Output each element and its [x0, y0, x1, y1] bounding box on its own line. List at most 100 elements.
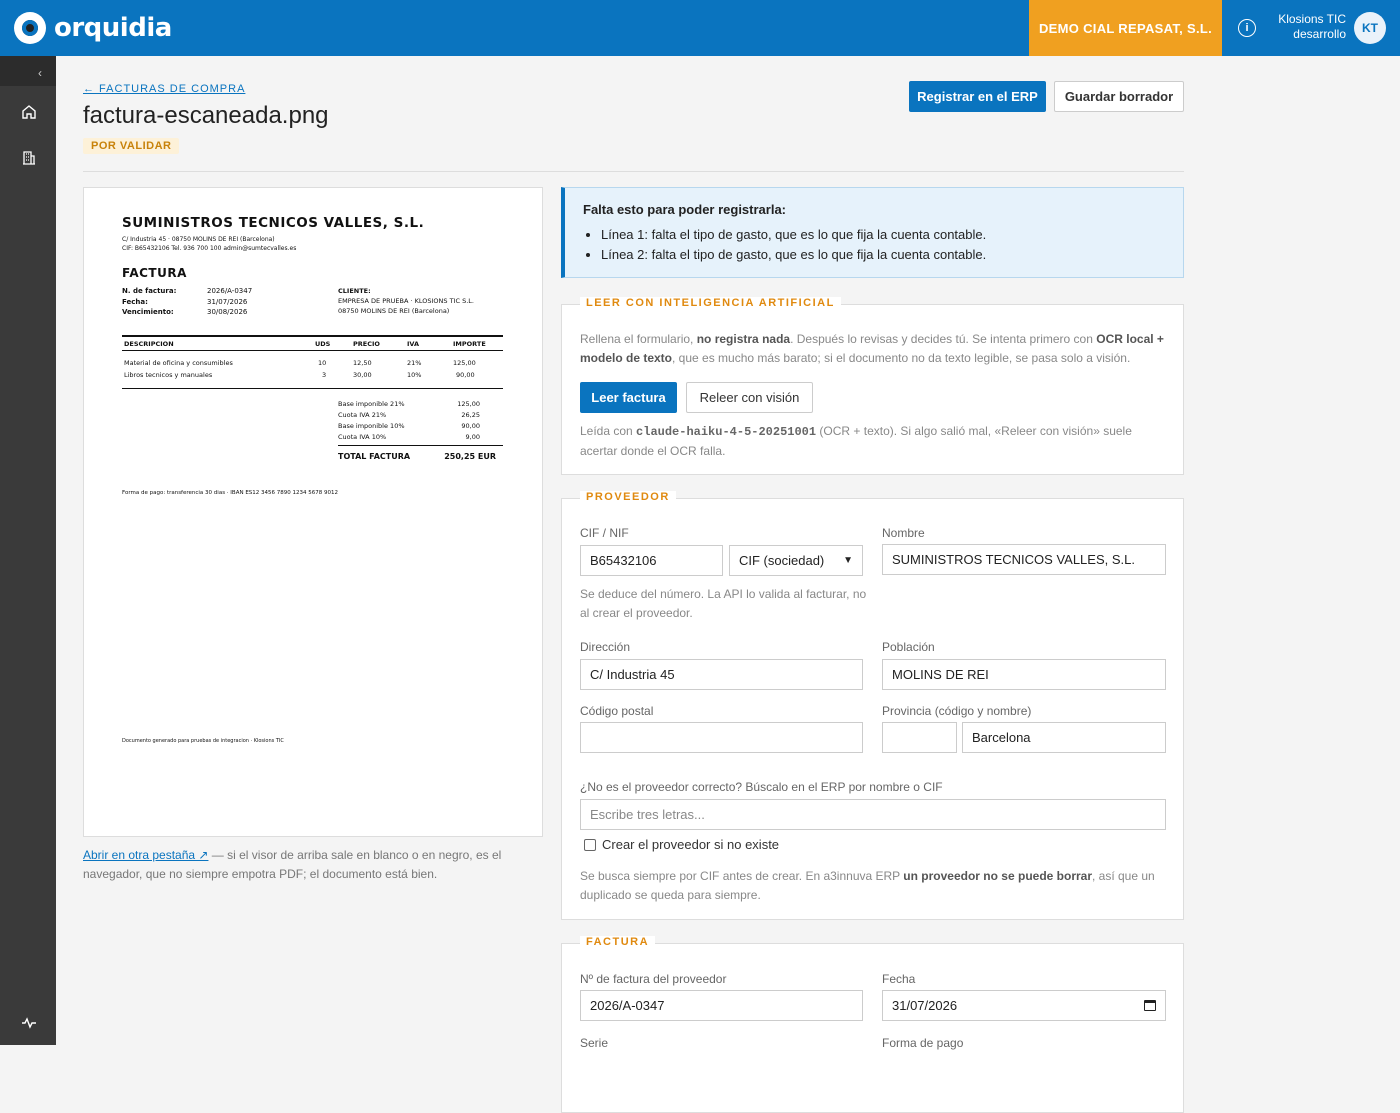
client-name: EMPRESA DE PRUEBA · KLOSIONS TIC S.L. — [338, 297, 474, 305]
alert-item: Línea 1: falta el tipo de gasto, que es … — [601, 225, 1165, 245]
total-rule — [338, 445, 503, 446]
document-preview[interactable]: SUMINISTROS TECNICOS VALLES, S.L. C/ Ind… — [83, 187, 543, 837]
total-value: 90,00 — [461, 422, 480, 430]
user-info[interactable]: Klosions TIC desarrollo — [1270, 12, 1346, 42]
table-header-rule — [122, 350, 503, 351]
serie-label: Serie — [580, 1036, 609, 1050]
ai-help: Rellena el formulario, no registra nada.… — [580, 330, 1170, 368]
status-text: Leída con — [580, 424, 637, 438]
nombre-input[interactable]: SUMINISTROS TECNICOS VALLES, S.L. — [882, 544, 1166, 575]
provincia-label: Provincia (código y nombre) — [882, 704, 1032, 718]
poblacion-input[interactable]: MOLINS DE REI — [882, 659, 1166, 690]
total-value: 125,00 — [457, 400, 480, 408]
status-badge: POR VALIDAR — [83, 138, 180, 154]
direccion-label: Dirección — [580, 640, 631, 654]
help-bold: no registra nada — [696, 332, 791, 346]
document-footer: Documento generado para pruebas de integ… — [122, 738, 284, 744]
read-invoice-button[interactable]: Leer factura — [580, 382, 677, 413]
cif-type-select[interactable]: CIF (sociedad) ▼ — [729, 545, 863, 576]
totals-values: 125,00 26,25 90,00 9,00 — [444, 399, 480, 443]
fecha-input[interactable]: 31/07/2026 — [882, 990, 1166, 1021]
total-factura-label: TOTAL FACTURA — [338, 452, 411, 461]
ai-legend: LEER CON INTELIGENCIA ARTIFICIAL — [580, 297, 841, 309]
line-uds: 10 — [318, 359, 327, 367]
meta-value: 2026/A-0347 — [207, 287, 253, 295]
numero-input[interactable]: 2026/A-0347 — [580, 990, 863, 1021]
invoice-doc-title: FACTURA — [122, 266, 187, 280]
create-supplier-checkbox-row[interactable]: Crear el proveedor si no existe — [584, 837, 779, 852]
meta-label: N. de factura: — [122, 287, 177, 295]
fecha-value: 31/07/2026 — [892, 998, 958, 1013]
note-text: Se busca siempre por CIF antes de crear.… — [580, 869, 904, 883]
app-logo[interactable]: orquidia — [14, 12, 172, 44]
top-bar: orquidia DEMO CIAL REPASAT, S.L. i Klosi… — [0, 0, 1400, 56]
col-desc: DESCRIPCION — [124, 340, 174, 348]
save-draft-button[interactable]: Guardar borrador — [1054, 81, 1184, 112]
fecha-label: Fecha — [882, 972, 916, 986]
open-new-tab-link[interactable]: Abrir en otra pestaña ↗ — [83, 848, 208, 862]
cif-type-value: CIF (sociedad) — [739, 553, 825, 568]
line-uds: 3 — [322, 371, 327, 379]
nombre-label: Nombre — [882, 526, 925, 540]
numero-label: Nº de factura del proveedor — [580, 972, 727, 986]
home-icon[interactable] — [18, 101, 40, 123]
line-desc: Libros tecnicos y manuales — [124, 371, 213, 379]
divider — [83, 171, 1184, 172]
client-label: CLIENTE: — [338, 287, 371, 295]
ai-panel: LEER CON INTELIGENCIA ARTIFICIAL Rellena… — [561, 297, 1184, 475]
total-label: Base imponible 21% — [338, 400, 405, 408]
note-bold: un proveedor no se puede borrar — [903, 869, 1092, 883]
line-precio: 12,50 — [353, 359, 372, 367]
register-erp-button[interactable]: Registrar en el ERP — [909, 81, 1046, 112]
invoice-contact: CIF: B65432106 Tel. 936 700 100 admin@su… — [122, 245, 297, 252]
total-label: Cuota IVA 10% — [338, 433, 387, 441]
total-label: Base imponible 10% — [338, 422, 405, 430]
activity-icon[interactable] — [18, 1012, 40, 1034]
cp-label: Código postal — [580, 704, 654, 718]
provincia-name-input[interactable]: Barcelona — [962, 722, 1166, 753]
user-role: desarrollo — [1293, 27, 1346, 41]
direccion-input[interactable]: C/ Industria 45 — [580, 659, 863, 690]
forma-pago-label: Forma de pago — [882, 1036, 964, 1050]
company-selector[interactable]: DEMO CIAL REPASAT, S.L. — [1029, 0, 1222, 56]
avatar[interactable]: KT — [1354, 12, 1386, 44]
missing-fields-alert: Falta esto para poder registrarla: Línea… — [561, 187, 1184, 278]
cp-input[interactable] — [580, 722, 863, 753]
back-link[interactable]: ← FACTURAS DE COMPRA — [83, 83, 245, 95]
invoice-address: C/ Industria 45 · 08750 MOLINS DE REI (B… — [122, 236, 275, 243]
client-address: 08750 MOLINS DE REI (Barcelona) — [338, 307, 450, 315]
table-bottom-rule — [122, 388, 503, 389]
info-icon[interactable]: i — [1238, 19, 1256, 37]
invoice-legend: FACTURA — [580, 936, 656, 948]
meta-label: Vencimiento: — [122, 308, 174, 316]
building-icon[interactable] — [18, 147, 40, 169]
supplier-note: Se busca siempre por CIF antes de crear.… — [580, 867, 1166, 905]
provincia-code-input[interactable] — [882, 722, 957, 753]
model-name: claude-haiku-4-5-20251001 — [636, 425, 817, 439]
meta-value: 31/07/2026 — [207, 297, 248, 306]
total-factura-value: 250,25 EUR — [444, 452, 496, 461]
logo-text: orquidia — [54, 13, 172, 43]
help-text: Rellena el formulario, — [580, 332, 697, 346]
orchid-logo-icon — [14, 12, 46, 44]
reread-vision-button[interactable]: Releer con visión — [686, 382, 813, 413]
line-desc: Material de oficina y consumibles — [124, 359, 233, 367]
ai-status: Leída con claude-haiku-4-5-20251001 (OCR… — [580, 422, 1170, 461]
collapse-sidebar-button[interactable]: ‹ — [0, 56, 56, 86]
cif-input[interactable]: B65432106 — [580, 545, 723, 576]
supplier-search-input[interactable]: Escribe tres letras... — [580, 799, 1166, 830]
cif-help: Se deduce del número. La API lo valida a… — [580, 587, 867, 620]
invoice-meta-values: 2026/A-0347 31/07/2026 30/08/2026 — [207, 286, 252, 318]
alert-title: Falta esto para poder registrarla: — [583, 202, 787, 217]
help-text: , que es mucho más barato; si el documen… — [672, 351, 1131, 365]
table-top-rule — [122, 335, 503, 337]
calendar-icon[interactable] — [1144, 1000, 1156, 1011]
create-supplier-checkbox[interactable] — [584, 838, 596, 851]
meta-value: 30/08/2026 — [207, 308, 248, 316]
invoice-meta-labels: N. de factura: Fecha: Vencimiento: — [122, 286, 176, 318]
invoice-client: CLIENTE: EMPRESA DE PRUEBA · KLOSIONS TI… — [338, 286, 474, 316]
meta-label: Fecha: — [122, 297, 148, 306]
user-name: Klosions TIC — [1278, 12, 1346, 26]
cif-label: CIF / NIF — [580, 526, 629, 540]
totals-labels: Base imponible 21% Cuota IVA 21% Base im… — [338, 399, 405, 443]
